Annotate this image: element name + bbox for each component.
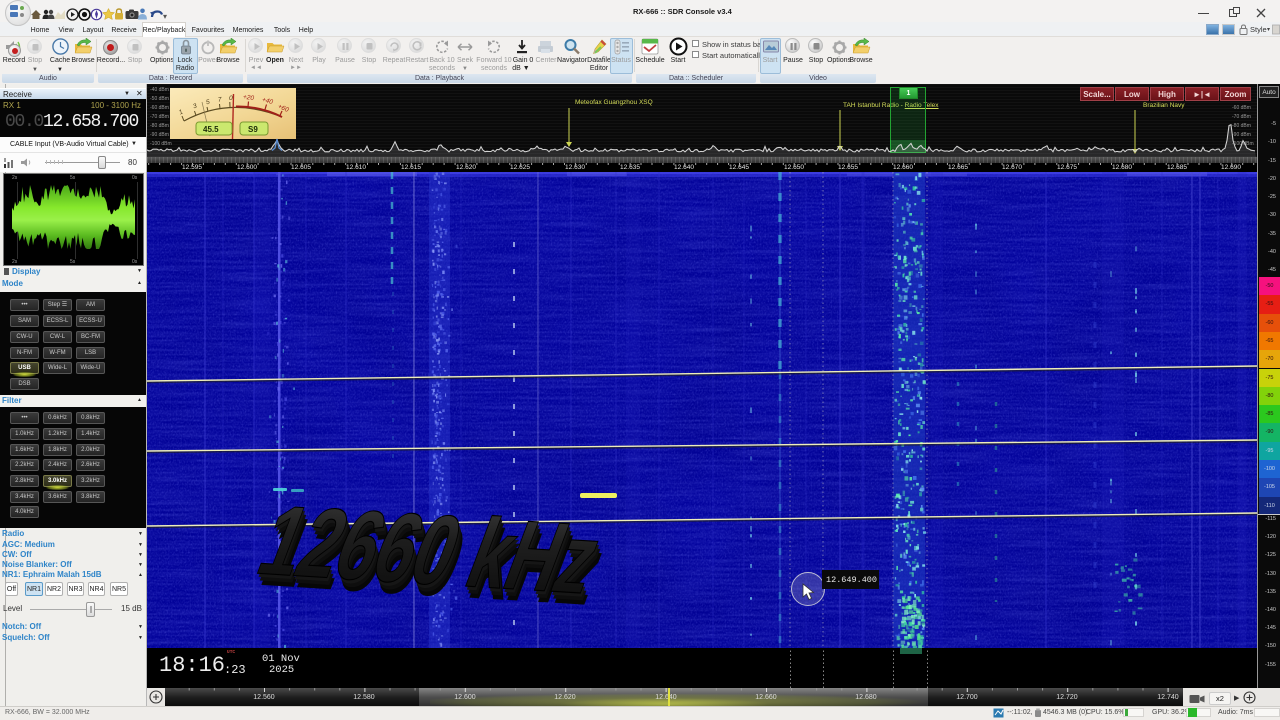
svg-text:12660 kHz: 12660 kHz xyxy=(245,485,615,614)
